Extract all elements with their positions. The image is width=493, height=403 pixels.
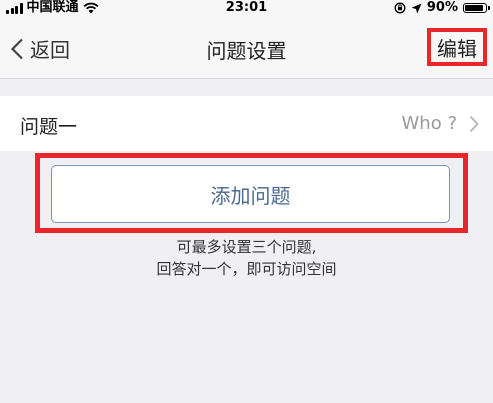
lock-rotation-icon <box>394 2 406 14</box>
hint-text: 可最多设置三个问题, 回答对一个，即可访问空间 <box>0 236 493 280</box>
status-bar: 中国联通 23:01 90% <box>0 0 493 16</box>
status-right: 90% <box>394 0 490 16</box>
page-title: 问题设置 <box>206 39 287 63</box>
navigation-bar: 返回 问题设置 编辑 <box>0 16 493 79</box>
chevron-right-icon <box>469 115 479 133</box>
edit-button[interactable]: 编辑 <box>427 28 487 66</box>
battery-fill <box>465 5 483 11</box>
battery-percent: 90% <box>426 0 458 15</box>
add-question-button[interactable]: 添加问题 <box>51 165 450 223</box>
question-value: Who ? <box>401 113 458 134</box>
hint-line-1: 可最多设置三个问题, <box>176 238 317 256</box>
battery-icon <box>463 3 490 13</box>
question-label: 问题一 <box>20 116 78 138</box>
hint-line-2: 回答对一个，即可访问空间 <box>156 260 337 278</box>
question-row[interactable]: 问题一 Who ? <box>0 96 493 151</box>
location-icon <box>411 3 422 13</box>
